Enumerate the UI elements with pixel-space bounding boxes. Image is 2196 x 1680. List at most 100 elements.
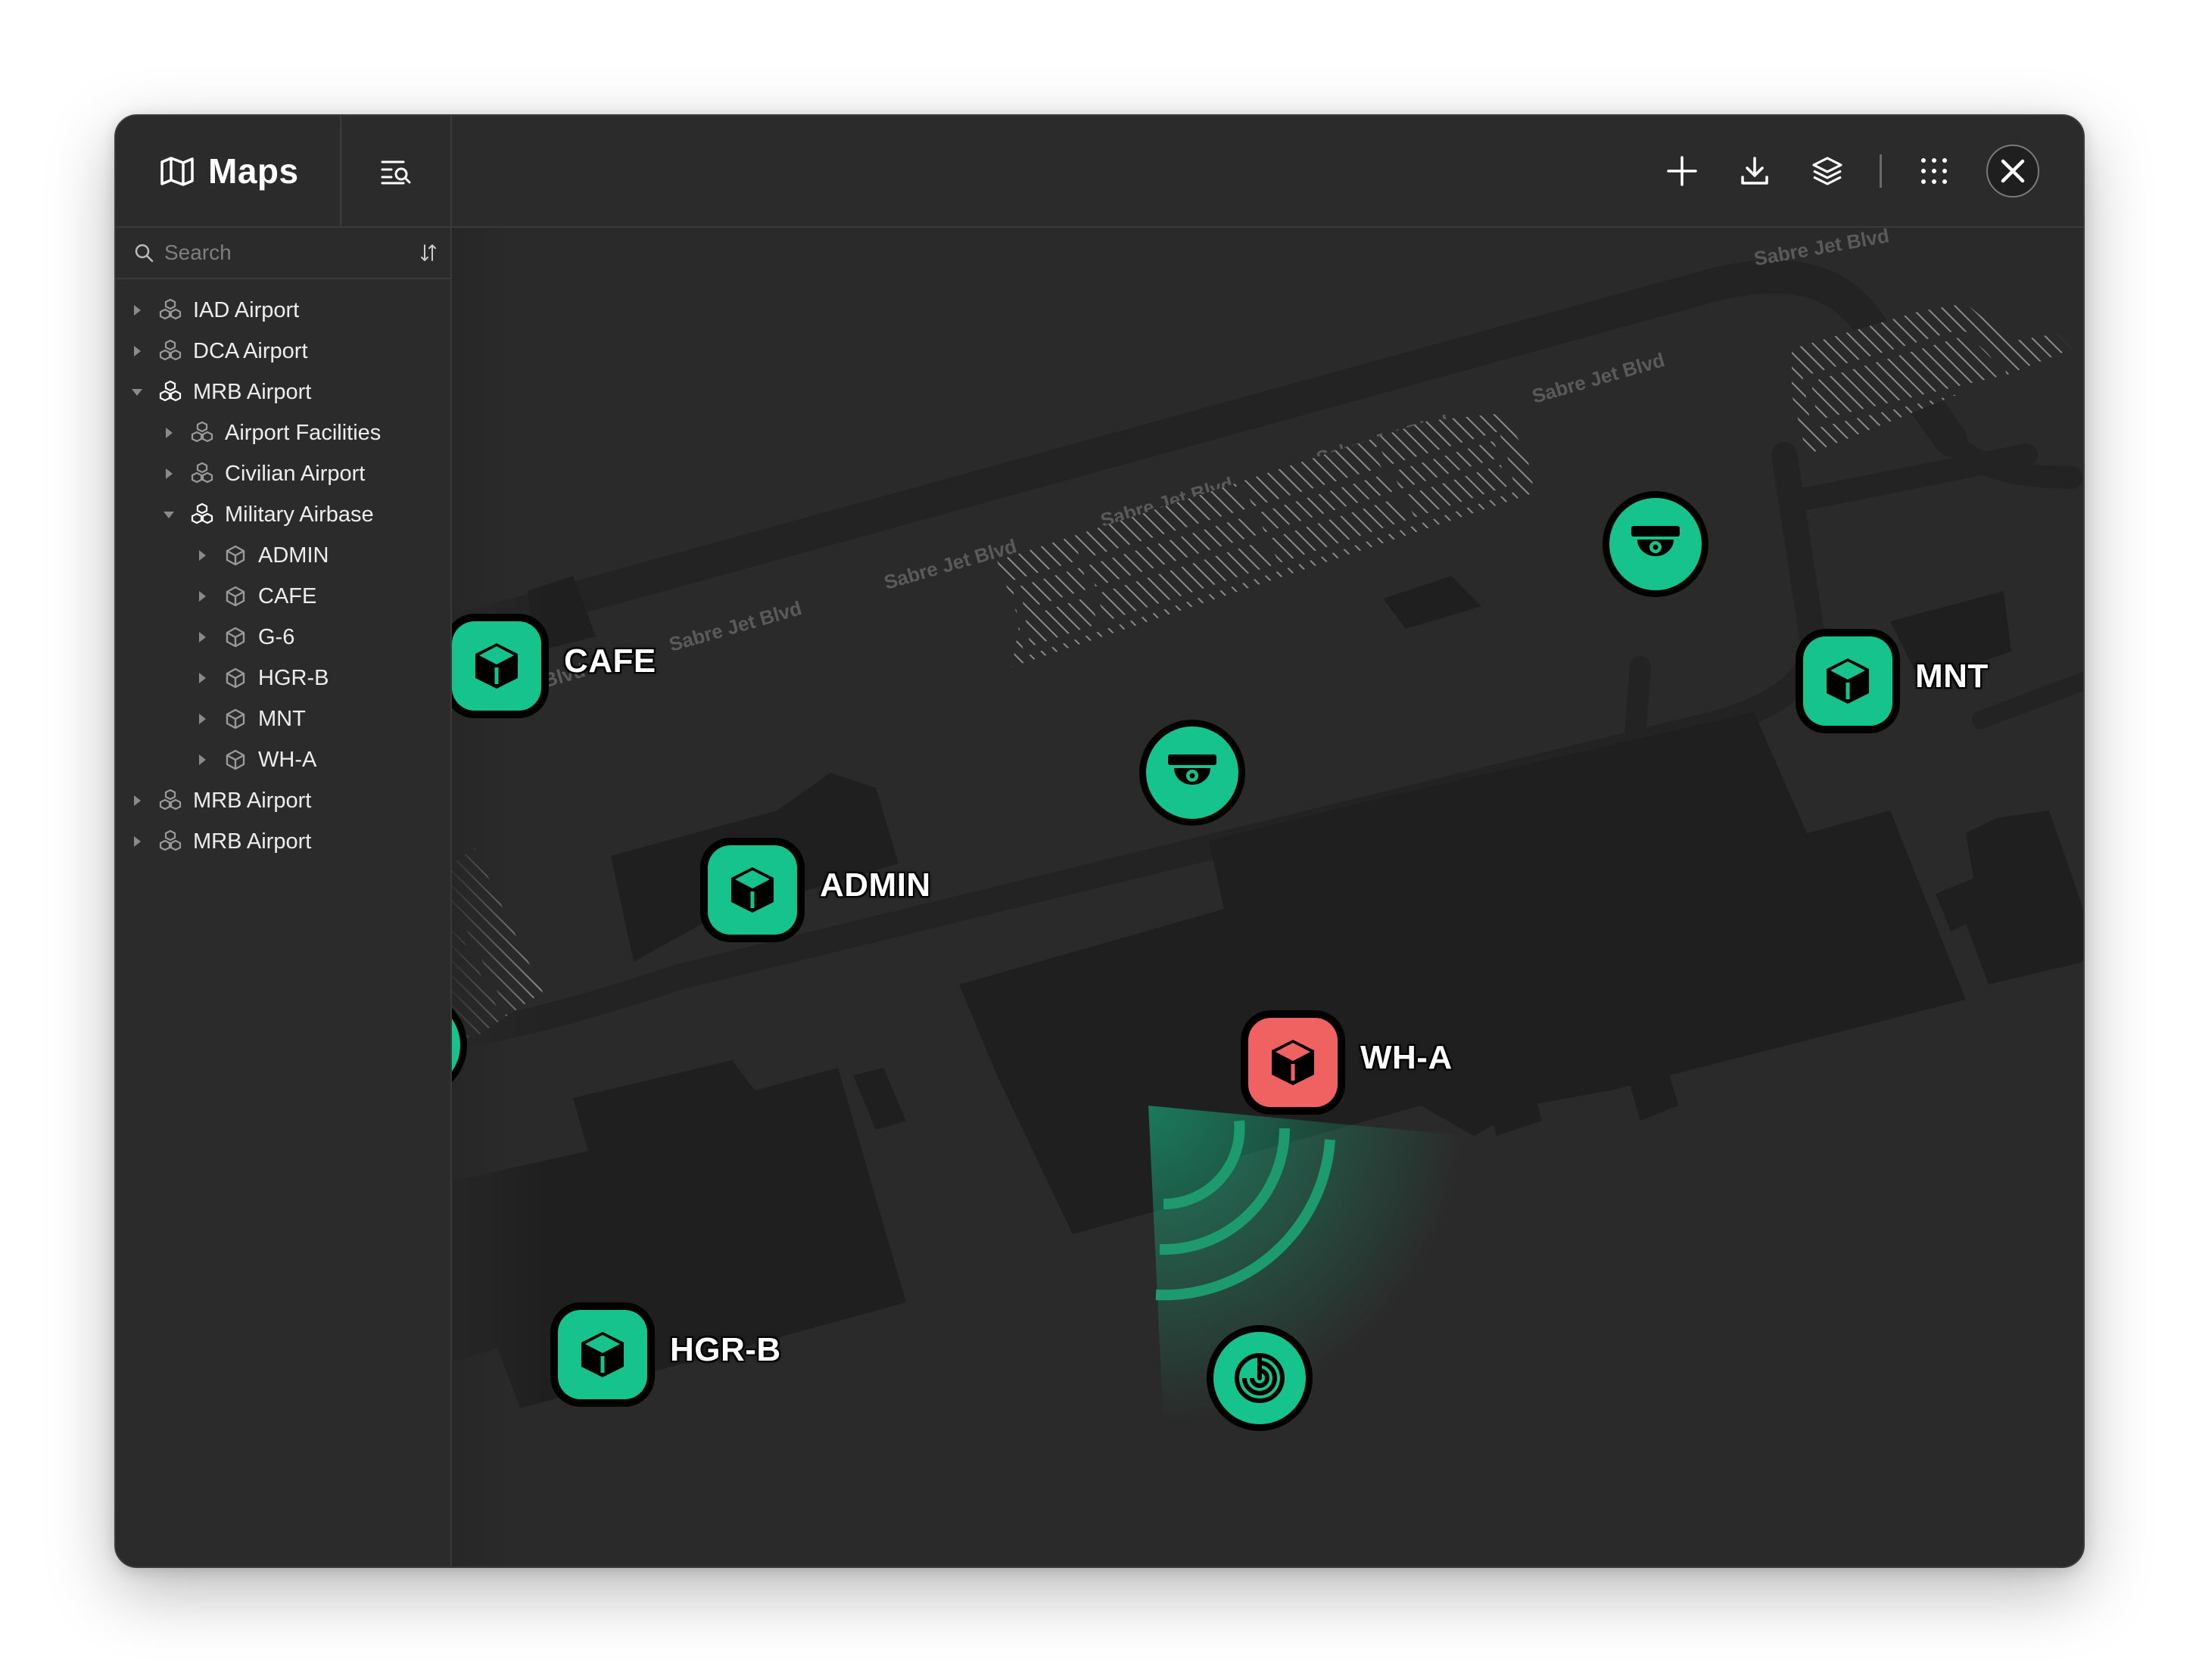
layers-icon bbox=[1812, 157, 1842, 185]
marker-label-wh-a: WH-A bbox=[1360, 1039, 1453, 1076]
top-bar: Maps bbox=[116, 116, 2083, 228]
caret-right-icon[interactable] bbox=[196, 754, 208, 766]
location-group-icon bbox=[158, 789, 182, 813]
camera-marker[interactable] bbox=[1139, 720, 1245, 826]
building-icon bbox=[223, 625, 248, 649]
download-icon bbox=[1741, 157, 1768, 185]
tree-item-label: Military Airbase bbox=[225, 502, 374, 527]
add-button[interactable] bbox=[1656, 145, 1709, 198]
tree-item-label: HGR-B bbox=[258, 665, 329, 690]
search-input[interactable]: Search bbox=[164, 241, 420, 265]
camera-marker[interactable] bbox=[1603, 491, 1709, 597]
sensor-marker[interactable] bbox=[1207, 1325, 1313, 1431]
tree-item[interactable]: MRB Airport bbox=[116, 780, 450, 821]
caret-right-icon[interactable] bbox=[131, 795, 143, 807]
location-group-icon bbox=[190, 462, 214, 486]
tree-item[interactable]: MRB Airport bbox=[116, 821, 450, 862]
marker-admin[interactable] bbox=[700, 838, 805, 942]
toolbar-divider bbox=[1880, 154, 1882, 188]
download-button[interactable] bbox=[1728, 145, 1781, 198]
marker-wh-a[interactable] bbox=[1241, 1010, 1345, 1115]
tree-item[interactable]: MNT bbox=[116, 698, 450, 739]
caret-right-icon[interactable] bbox=[131, 345, 143, 357]
tree-item[interactable]: IAD Airport bbox=[116, 290, 450, 331]
caret-right-icon[interactable] bbox=[196, 672, 208, 684]
building-icon bbox=[223, 584, 248, 608]
tree-item-label: WH-A bbox=[258, 747, 317, 772]
radar-icon bbox=[1235, 1353, 1285, 1403]
apps-button[interactable] bbox=[1908, 145, 1961, 198]
marker-hgr-b[interactable] bbox=[550, 1302, 655, 1407]
tree-item-label: DCA Airport bbox=[193, 338, 308, 363]
tree-item[interactable]: Military Airbase bbox=[116, 494, 450, 535]
maps-window: Maps Search IAD Airport DCA Airport MRB … bbox=[114, 114, 2085, 1568]
tree-item-label: ADMIN bbox=[258, 543, 329, 568]
caret-right-icon[interactable] bbox=[131, 304, 143, 316]
search-bar[interactable]: Search bbox=[116, 228, 450, 279]
tree-item[interactable]: CAFE bbox=[116, 576, 450, 617]
marker-label-admin: ADMIN bbox=[820, 866, 931, 904]
caret-right-icon[interactable] bbox=[163, 468, 175, 480]
location-group-icon bbox=[158, 298, 182, 322]
layers-button[interactable] bbox=[1801, 145, 1854, 198]
tree-item-label: IAD Airport bbox=[193, 297, 300, 322]
marker-label-mnt: MNT bbox=[1915, 658, 1989, 695]
plus-icon bbox=[1667, 156, 1697, 186]
close-button[interactable] bbox=[1986, 145, 2039, 198]
tree-item[interactable]: HGR-B bbox=[116, 658, 450, 698]
building-icon bbox=[223, 707, 248, 731]
close-icon bbox=[2001, 159, 2025, 183]
location-group-icon bbox=[158, 339, 182, 363]
caret-right-icon[interactable] bbox=[163, 427, 175, 439]
caret-right-icon[interactable] bbox=[196, 631, 208, 643]
filter-search-button[interactable] bbox=[341, 116, 452, 226]
location-group-icon bbox=[158, 829, 182, 854]
sidebar: Search IAD Airport DCA Airport MRB Airport… bbox=[116, 228, 452, 1566]
marker-label-hgr-b: HGR-B bbox=[670, 1331, 781, 1368]
caret-right-icon[interactable] bbox=[196, 713, 208, 725]
tree-item-label: MRB Airport bbox=[193, 829, 312, 854]
tree-item[interactable]: MRB Airport bbox=[116, 372, 450, 412]
caret-down-icon[interactable] bbox=[131, 386, 143, 398]
sort-filter-icon[interactable] bbox=[420, 243, 437, 263]
caret-right-icon[interactable] bbox=[196, 549, 208, 562]
app-brand: Maps bbox=[116, 116, 341, 226]
tree-item-label: Airport Facilities bbox=[225, 420, 382, 445]
map-icon bbox=[160, 157, 194, 186]
cube-icon bbox=[731, 867, 774, 913]
cube-icon bbox=[1272, 1040, 1314, 1085]
tree-item[interactable]: WH-A bbox=[116, 739, 450, 780]
tree-item-label: MRB Airport bbox=[193, 379, 312, 404]
toolbar bbox=[1636, 145, 2039, 198]
map-canvas[interactable]: Sabre Jet Blvd Sabre Jet Blvd Sabre Jet … bbox=[452, 228, 2083, 1566]
caret-down-icon[interactable] bbox=[163, 509, 175, 521]
tree-item[interactable]: G-6 bbox=[116, 617, 450, 658]
cube-icon bbox=[1827, 658, 1869, 704]
security-camera-icon bbox=[1631, 526, 1680, 556]
marker-cafe[interactable] bbox=[452, 614, 549, 718]
building-icon bbox=[223, 666, 248, 690]
caret-right-icon[interactable] bbox=[131, 835, 143, 848]
security-camera-icon bbox=[1168, 754, 1216, 785]
location-group-icon bbox=[190, 502, 214, 527]
tree-item[interactable]: DCA Airport bbox=[116, 331, 450, 372]
caret-right-icon[interactable] bbox=[196, 590, 208, 602]
location-group-icon bbox=[190, 421, 214, 445]
building-icon bbox=[223, 748, 248, 772]
tree-item-label: MNT bbox=[258, 706, 306, 731]
tree-item[interactable]: Civilian Airport bbox=[116, 453, 450, 494]
marker-label-cafe: CAFE bbox=[564, 642, 656, 680]
tree-item[interactable]: Airport Facilities bbox=[116, 412, 450, 453]
tree-item-label: G-6 bbox=[258, 624, 295, 649]
tree-item-label: CAFE bbox=[258, 583, 317, 608]
cube-icon bbox=[475, 643, 518, 689]
marker-mnt[interactable] bbox=[1796, 629, 1900, 733]
tree-item-label: Civilian Airport bbox=[225, 461, 366, 486]
cube-icon bbox=[581, 1332, 624, 1377]
search-icon bbox=[135, 244, 154, 263]
location-tree: IAD Airport DCA Airport MRB Airport Airport… bbox=[116, 279, 450, 862]
tree-item[interactable]: ADMIN bbox=[116, 535, 450, 576]
list-search-icon bbox=[381, 160, 411, 185]
building-icon bbox=[223, 543, 248, 568]
tree-item-label: MRB Airport bbox=[193, 788, 312, 813]
